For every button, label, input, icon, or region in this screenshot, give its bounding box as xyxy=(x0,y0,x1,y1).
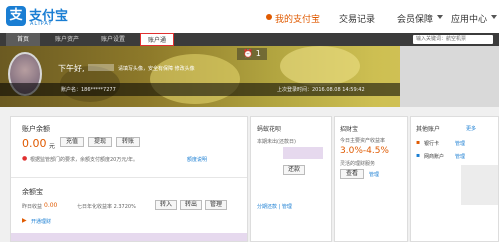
zhaocai-rate: 3.0%-4.5% xyxy=(340,146,389,156)
withdraw-button[interactable]: 提现 xyxy=(88,137,112,147)
blurred-row xyxy=(11,233,247,241)
transfer-button[interactable]: 转账 xyxy=(116,137,140,147)
huabei-title: 蚂蚁花呗 xyxy=(257,126,282,133)
nav-active-dot-icon xyxy=(266,14,272,20)
yesterday-label: 昨日收益 xyxy=(22,204,43,210)
blurred-amount xyxy=(283,147,323,159)
huabei-card: 蚂蚁花呗 本期未出(还款日) 还款 分期还款 | 管理 xyxy=(250,116,332,242)
yuebao-title: 余额宝 xyxy=(22,188,43,196)
greeting-text: 下午好, xyxy=(58,64,85,73)
search-input[interactable]: 输入关键词：航空机票 xyxy=(413,35,493,44)
alarm-clock-icon[interactable]: ⏰ 1 xyxy=(237,48,267,60)
manage-button[interactable]: 管理 xyxy=(205,200,227,210)
subtab-home[interactable]: 首页 xyxy=(6,33,40,46)
nav-member[interactable]: 会员保障 xyxy=(397,12,433,25)
huabei-links[interactable]: 分期还款 | 管理 xyxy=(257,203,292,210)
logo-sub: ALIPAY xyxy=(30,21,53,27)
avatar-tip[interactable]: 请填写头像，安全有保障 修改头像 xyxy=(118,65,195,72)
nav-transactions[interactable]: 交易记录 xyxy=(339,12,375,25)
mybank-icon: ▪ xyxy=(416,152,421,159)
subtab-account-link[interactable]: 账户通 xyxy=(140,33,174,46)
limit-info-link[interactable]: 额度说明 xyxy=(187,156,207,163)
repay-button[interactable]: 还款 xyxy=(283,165,305,175)
arrow-right-icon: ▶ xyxy=(22,217,27,224)
yesterday-value: 0.00 xyxy=(44,202,58,209)
blurred-area xyxy=(461,165,498,205)
open-finance-link[interactable]: 开通理财 xyxy=(31,218,51,225)
account-name: 账户名：186*****7277 xyxy=(61,87,116,93)
subtab-assets[interactable]: 账户资产 xyxy=(48,33,86,46)
last-login: 上次登录时间：2016.08.08 14:59:42 xyxy=(277,87,365,93)
mybank-manage[interactable]: 管理 xyxy=(455,153,465,160)
transfer-in-button[interactable]: 转入 xyxy=(155,200,177,210)
zhaocai-manage-link[interactable]: 管理 xyxy=(369,171,379,178)
subtab-settings[interactable]: 账户设置 xyxy=(93,33,133,46)
zhaocai-title: 招财宝 xyxy=(340,126,359,133)
alipay-logo[interactable]: 支 支付宝 ALIPAY xyxy=(6,4,68,30)
others-title: 其他账户 xyxy=(416,126,441,133)
balance-unit: 元 xyxy=(49,143,56,150)
zhaocai-line1: 今日主要资产收益率 xyxy=(340,138,386,144)
bank-card-icon: ▪ xyxy=(416,139,421,146)
others-more-link[interactable]: 更多 xyxy=(466,125,476,132)
zhaocai-line3: 灵活的理财服务 xyxy=(340,161,376,167)
other-accounts-card: 其他账户 更多 ▪ 银行卡 管理 ▪ 网商账户 管理 xyxy=(410,116,499,242)
mybank-label: 网商账户 xyxy=(424,154,445,160)
bank-card-manage[interactable]: 管理 xyxy=(455,140,465,147)
balance-card: 账户余额 0.00 元 充值 提现 转账 ● 根据监管部门的要求，余额支付额度2… xyxy=(10,116,248,242)
alarm-count: 1 xyxy=(255,49,261,58)
huabei-line1: 本期未出(还款日) xyxy=(257,139,296,145)
yuebao-rate: 七日年化收益率 2.3720% xyxy=(77,204,136,210)
view-button[interactable]: 查看 xyxy=(340,169,364,179)
limit-notice: 根据监管部门的要求，余额支付额度20万元/年。 xyxy=(30,157,139,163)
chevron-down-icon xyxy=(437,15,443,19)
blurred-username xyxy=(88,64,114,71)
balance-title: 账户余额 xyxy=(22,125,50,133)
banner-blurred-area xyxy=(400,46,499,107)
nav-my-alipay[interactable]: 我的支付宝 xyxy=(275,12,320,25)
recharge-button[interactable]: 充值 xyxy=(60,137,84,147)
bank-card-label: 银行卡 xyxy=(424,141,440,147)
balance-amount: 0.00 xyxy=(22,137,47,150)
alipay-logo-icon: 支 xyxy=(6,6,26,26)
nav-app-center[interactable]: 应用中心 xyxy=(451,12,487,25)
top-bar: 支 支付宝 ALIPAY 我的支付宝 交易记录 会员保障 应用中心 xyxy=(0,0,499,33)
transfer-out-button[interactable]: 转出 xyxy=(180,200,202,210)
zhaocai-card: 招财宝 今日主要资产收益率 3.0%-4.5% 灵活的理财服务 查看 管理 xyxy=(334,116,408,242)
chevron-down-icon xyxy=(491,15,497,19)
warning-icon: ● xyxy=(22,155,28,162)
divider xyxy=(11,177,247,178)
